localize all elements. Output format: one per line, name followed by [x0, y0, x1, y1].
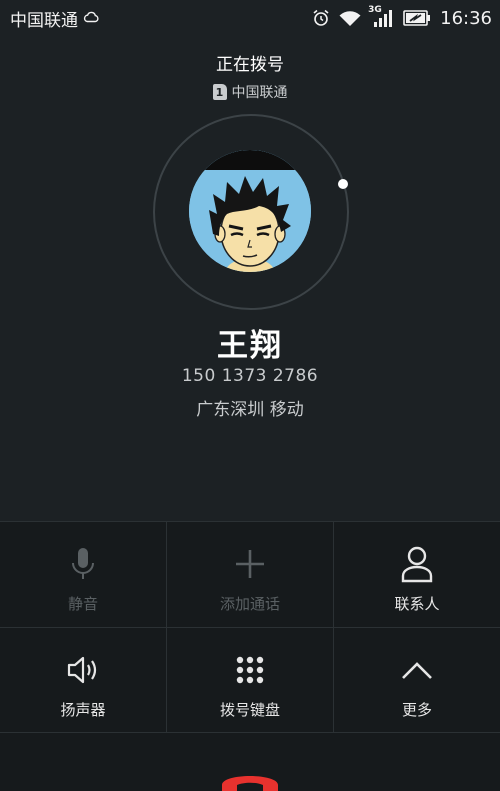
- contact-avatar: [189, 150, 311, 272]
- speaker-button[interactable]: 扬声器: [0, 628, 166, 733]
- contacts-label: 联系人: [394, 595, 440, 613]
- cloud-icon: [83, 8, 99, 28]
- end-call-button[interactable]: [218, 763, 282, 791]
- sim-carrier: 中国联通: [231, 85, 288, 101]
- dialpad-label: 拨号键盘: [219, 701, 280, 719]
- battery-charging-icon: [403, 9, 431, 27]
- microphone-icon: [68, 544, 98, 584]
- add-call-label: 添加通话: [219, 595, 280, 613]
- carrier-name: 中国联通: [10, 10, 78, 31]
- clock-time: 16:36: [440, 7, 492, 29]
- number-location: 广东深圳 移动: [196, 400, 304, 420]
- sim-info: 1 中国联通: [0, 82, 500, 102]
- status-bar: 中国联通 3G 16:36: [0, 0, 500, 36]
- cell-signal-icon: 3G: [368, 5, 394, 28]
- phone-number: 150 1373 2786: [181, 366, 319, 386]
- wifi-icon: [339, 10, 361, 27]
- mute-label: 静音: [67, 595, 98, 613]
- speaker-label: 扬声器: [60, 701, 106, 719]
- call-state: 正在拨号: [216, 55, 284, 75]
- more-label: 更多: [401, 701, 432, 719]
- mute-button[interactable]: 静音: [0, 522, 166, 627]
- status-left: 中国联通: [10, 6, 99, 31]
- dialpad-button[interactable]: 拨号键盘: [167, 628, 333, 733]
- progress-dot: [338, 179, 348, 189]
- more-button[interactable]: 更多: [334, 628, 500, 733]
- sim-card-icon: 1: [212, 84, 227, 100]
- dialpad-icon: [235, 650, 265, 690]
- chevron-up-icon: [400, 650, 434, 690]
- plus-icon: [234, 544, 266, 584]
- contact-name: 王翔: [217, 328, 283, 364]
- speaker-icon: [66, 650, 100, 690]
- add-call-button[interactable]: 添加通话: [167, 522, 333, 627]
- alarm-icon: [312, 9, 330, 27]
- call-header: 正在拨号 1 中国联通: [0, 50, 500, 102]
- contacts-button[interactable]: 联系人: [334, 522, 500, 627]
- in-call-controls: 静音 添加通话 联系人 扬声器 拨号键盘 更多: [0, 521, 500, 733]
- person-icon: [400, 544, 434, 584]
- status-right: 3G 16:36: [312, 5, 492, 29]
- end-call-area: [0, 732, 500, 791]
